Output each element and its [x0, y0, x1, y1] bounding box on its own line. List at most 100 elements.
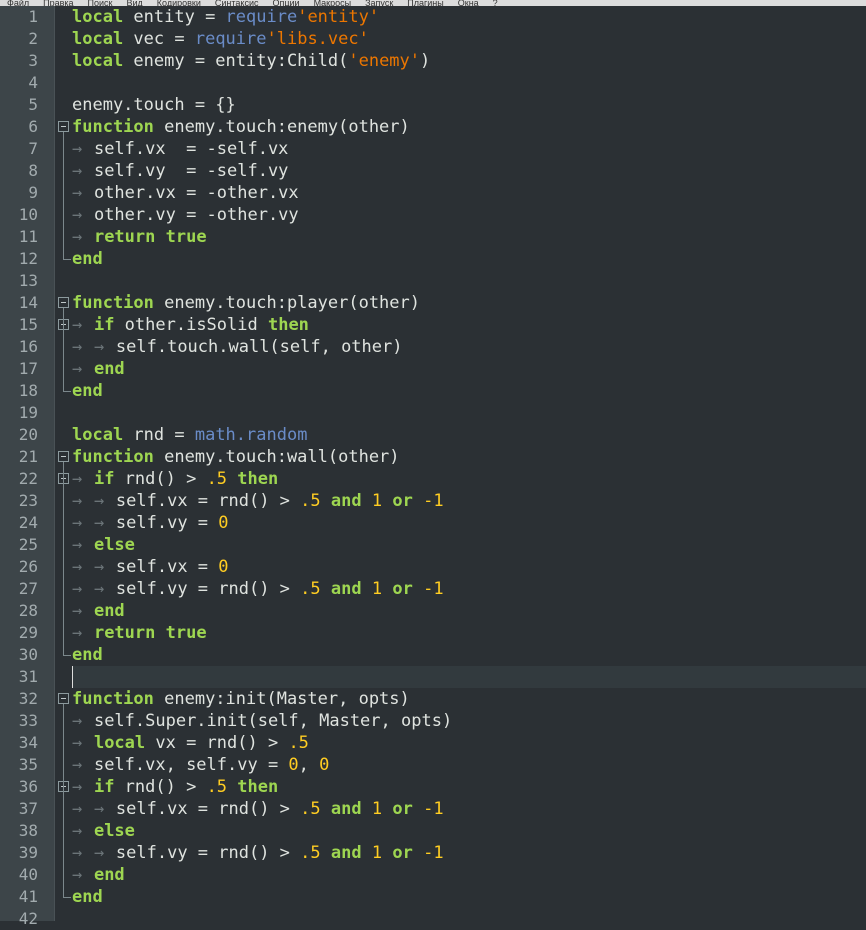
code-area[interactable]: local vec = require'libs.vec'	[72, 28, 866, 50]
code-area[interactable]: → self.vx = -self.vx	[72, 138, 866, 160]
code-area[interactable]: end	[72, 248, 866, 270]
fold-end-marker	[63, 886, 71, 898]
fold-minus-icon[interactable]	[58, 121, 69, 132]
code-line[interactable]: 42	[0, 908, 866, 930]
code-area[interactable]: → return true	[72, 226, 866, 248]
code-line[interactable]: 28 → end	[0, 600, 866, 622]
code-line[interactable]: 18 end	[0, 380, 866, 402]
code-area[interactable]: → local vx = rnd() > .5	[72, 732, 866, 754]
code-line[interactable]: 3 local enemy = entity:Child('enemy')	[0, 50, 866, 72]
code-line[interactable]: 2 local vec = require'libs.vec'	[0, 28, 866, 50]
code-text: enemy.touch = {}	[72, 94, 236, 116]
code-line[interactable]: 8 → self.vy = -self.vy	[0, 160, 866, 182]
code-area[interactable]: → self.vx, self.vy = 0, 0	[72, 754, 866, 776]
code-line[interactable]: 38 → else	[0, 820, 866, 842]
code-editor[interactable]: 1 local entity = require'entity' 2 local ve…	[0, 6, 866, 928]
code-area[interactable]: → other.vy = -other.vy	[72, 204, 866, 226]
identifier-token	[362, 579, 372, 599]
code-line[interactable]: 26 → → self.vx = 0	[0, 556, 866, 578]
code-line[interactable]: 6 function enemy.touch:enemy(other)	[0, 116, 866, 138]
fold-minus-icon[interactable]	[58, 297, 69, 308]
code-line[interactable]: 30 end	[0, 644, 866, 666]
code-area[interactable]: → end	[72, 600, 866, 622]
code-line[interactable]: 14 function enemy.touch:player(other)	[0, 292, 866, 314]
code-line[interactable]: 32 function enemy:init(Master, opts)	[0, 688, 866, 710]
code-area[interactable]: → → self.vx = rnd() > .5 and 1 or -1	[72, 490, 866, 512]
code-line[interactable]: 31	[0, 666, 866, 688]
fold-minus-icon[interactable]	[58, 451, 69, 462]
code-area[interactable]: function enemy.touch:player(other)	[72, 292, 866, 314]
code-line[interactable]: 9 → other.vx = -other.vx	[0, 182, 866, 204]
code-line[interactable]: 1 local entity = require'entity'	[0, 6, 866, 28]
code-area[interactable]: → self.Super.init(self, Master, opts)	[72, 710, 866, 732]
indent-arrow-icon: →	[93, 513, 105, 533]
code-area[interactable]: → if rnd() > .5 then	[72, 776, 866, 798]
code-line[interactable]: 4	[0, 72, 866, 94]
code-area[interactable]	[72, 402, 866, 424]
code-line[interactable]: 7 → self.vx = -self.vx	[0, 138, 866, 160]
code-line[interactable]: 37 → → self.vx = rnd() > .5 and 1 or -1	[0, 798, 866, 820]
code-area[interactable]: → → self.vy = rnd() > .5 and 1 or -1	[72, 842, 866, 864]
line-number: 4	[28, 73, 38, 92]
code-area[interactable]: → → self.touch.wall(self, other)	[72, 336, 866, 358]
code-line[interactable]: 29 → return true	[0, 622, 866, 644]
code-area[interactable]: local rnd = math.random	[72, 424, 866, 446]
code-line[interactable]: 10 → other.vy = -other.vy	[0, 204, 866, 226]
code-line[interactable]: 35 → self.vx, self.vy = 0, 0	[0, 754, 866, 776]
code-area[interactable]: → → self.vx = rnd() > .5 and 1 or -1	[72, 798, 866, 820]
code-area[interactable]: → → self.vx = 0	[72, 556, 866, 578]
code-line[interactable]: 27 → → self.vy = rnd() > .5 and 1 or -1	[0, 578, 866, 600]
code-area[interactable]: end	[72, 644, 866, 666]
code-area[interactable]	[72, 908, 866, 930]
code-area[interactable]: → end	[72, 864, 866, 886]
code-line[interactable]: 17 → end	[0, 358, 866, 380]
code-line[interactable]: 33 → self.Super.init(self, Master, opts)	[0, 710, 866, 732]
code-area[interactable]: → self.vy = -self.vy	[72, 160, 866, 182]
code-area[interactable]	[72, 72, 866, 94]
code-line[interactable]: 19	[0, 402, 866, 424]
line-number: 19	[18, 403, 38, 422]
indent-arrow-icon: →	[72, 359, 83, 379]
code-line[interactable]: 40 → end	[0, 864, 866, 886]
code-line[interactable]: 39 → → self.vy = rnd() > .5 and 1 or -1	[0, 842, 866, 864]
fold-minus-icon[interactable]	[58, 693, 69, 704]
code-area[interactable]: → else	[72, 534, 866, 556]
code-area[interactable]: enemy.touch = {}	[72, 94, 866, 116]
code-line[interactable]: 41 end	[0, 886, 866, 908]
indent-arrow-icon: →	[72, 601, 83, 621]
code-line[interactable]: 20 local rnd = math.random	[0, 424, 866, 446]
code-line[interactable]: 24 → → self.vy = 0	[0, 512, 866, 534]
code-area[interactable]: → return true	[72, 622, 866, 644]
code-area[interactable]: → → self.vy = rnd() > .5 and 1 or -1	[72, 578, 866, 600]
code-line[interactable]: 12 end	[0, 248, 866, 270]
code-area[interactable]: end	[72, 886, 866, 908]
code-area[interactable]: function enemy.touch:wall(other)	[72, 446, 866, 468]
code-area[interactable]	[72, 666, 866, 688]
code-area[interactable]: → else	[72, 820, 866, 842]
code-line[interactable]: 11 → return true	[0, 226, 866, 248]
code-line[interactable]: 5 enemy.touch = {}	[0, 94, 866, 116]
code-line[interactable]: 15 → if other.isSolid then	[0, 314, 866, 336]
code-area[interactable]: function enemy:init(Master, opts)	[72, 688, 866, 710]
code-area[interactable]: → → self.vy = 0	[72, 512, 866, 534]
code-area[interactable]	[72, 270, 866, 292]
code-area[interactable]: end	[72, 380, 866, 402]
fold-end-marker	[63, 644, 71, 656]
code-line[interactable]: 21 function enemy.touch:wall(other)	[0, 446, 866, 468]
code-area[interactable]: → other.vx = -other.vx	[72, 182, 866, 204]
code-area[interactable]: local enemy = entity:Child('enemy')	[72, 50, 866, 72]
number-token: 0	[218, 513, 229, 533]
code-area[interactable]: function enemy.touch:enemy(other)	[72, 116, 866, 138]
code-area[interactable]: → if rnd() > .5 then	[72, 468, 866, 490]
code-area[interactable]: local entity = require'entity'	[72, 6, 866, 28]
code-area[interactable]: → if other.isSolid then	[72, 314, 866, 336]
code-line[interactable]: 36 → if rnd() > .5 then	[0, 776, 866, 798]
code-line[interactable]: 22 → if rnd() > .5 then	[0, 468, 866, 490]
code-line[interactable]: 16 → → self.touch.wall(self, other)	[0, 336, 866, 358]
code-line[interactable]: 13	[0, 270, 866, 292]
code-area[interactable]: → end	[72, 358, 866, 380]
line-number: 33	[18, 711, 38, 730]
code-line[interactable]: 25 → else	[0, 534, 866, 556]
code-line[interactable]: 34 → local vx = rnd() > .5	[0, 732, 866, 754]
code-line[interactable]: 23 → → self.vx = rnd() > .5 and 1 or -1	[0, 490, 866, 512]
